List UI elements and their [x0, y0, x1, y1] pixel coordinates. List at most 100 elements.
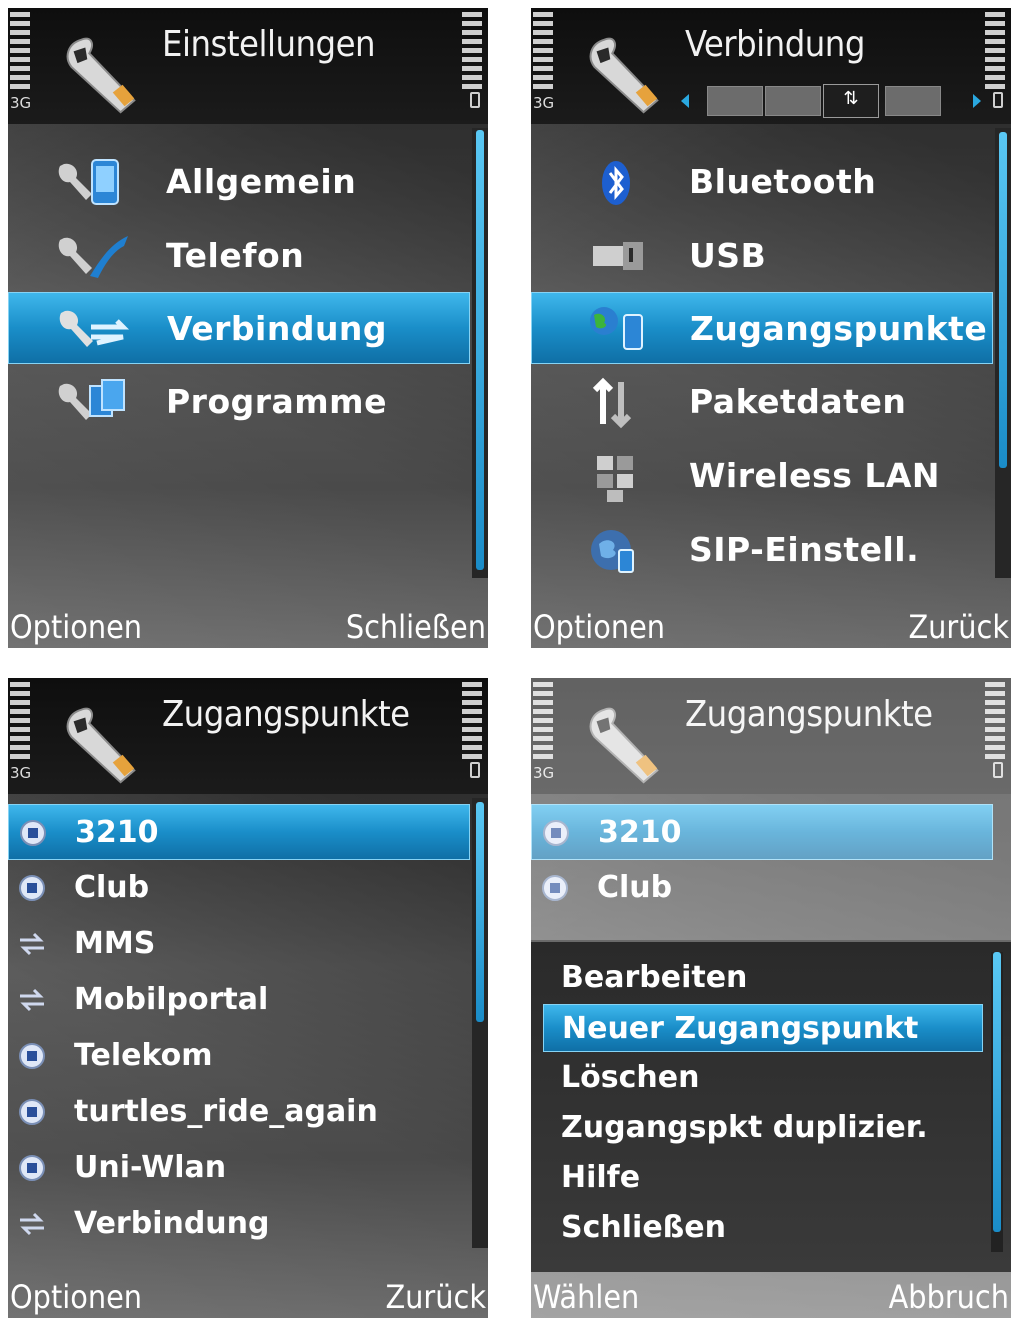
list-item-label: MMS: [74, 926, 156, 961]
arrows-icon: [20, 932, 44, 956]
packet-data-icon: [592, 377, 632, 429]
access-point-icon: [590, 307, 643, 350]
list-item-wireless-lan[interactable]: Wireless LAN: [531, 440, 993, 512]
status-bar: 3G Verbindung ⇅: [531, 8, 1011, 124]
softkey-right[interactable]: Zurück: [385, 1278, 486, 1316]
battery-level-icon: [462, 12, 482, 90]
list-item-3210[interactable]: 3210: [8, 804, 470, 860]
arrows-icon: [20, 988, 44, 1012]
page-title: Verbindung: [685, 24, 865, 65]
battery-level-icon: [985, 12, 1005, 90]
list-item-label: Wireless LAN: [689, 456, 941, 495]
list-item-label: Telekom: [74, 1038, 213, 1073]
list-item-label: turtles_ride_again: [74, 1094, 378, 1129]
list-item-label: SIP-Einstell.: [689, 530, 920, 569]
softkey-right[interactable]: Abbruch: [889, 1278, 1009, 1316]
list-item-label: USB: [689, 236, 767, 275]
tab-prev-arrow-icon[interactable]: [681, 94, 689, 108]
softkey-left[interactable]: Optionen: [10, 1278, 142, 1316]
scrollbar[interactable]: [472, 798, 488, 1248]
battery-level-icon: [462, 682, 482, 760]
scrollbar-thumb[interactable]: [476, 802, 484, 1022]
scrollbar[interactable]: [472, 128, 488, 578]
list-item-usb[interactable]: USB: [531, 220, 993, 292]
tab-strip: ⇅: [681, 84, 981, 118]
list-item-uni-wlan[interactable]: Uni-Wlan: [8, 1140, 470, 1196]
battery-icon: [470, 762, 480, 778]
scrollbar-thumb[interactable]: [476, 130, 484, 570]
menu-item-delete[interactable]: Löschen: [543, 1054, 983, 1102]
softkey-right[interactable]: Zurück: [908, 608, 1009, 646]
scrollbar-thumb[interactable]: [999, 132, 1007, 468]
list-item-mms[interactable]: MMS: [8, 916, 470, 972]
list-item-paketdaten[interactable]: Paketdaten: [531, 366, 993, 438]
menu-item-duplicate[interactable]: Zugangspkt duplizier.: [543, 1104, 983, 1152]
softkey-bar: Wählen Abbruch: [531, 1270, 1011, 1318]
battery-icon: [993, 92, 1003, 108]
globe-icon: [19, 875, 45, 901]
menu-item-help[interactable]: Hilfe: [543, 1154, 983, 1202]
menu-item-new-access-point[interactable]: Neuer Zugangspunkt: [543, 1004, 983, 1052]
list-item-bluetooth[interactable]: Bluetooth: [531, 146, 993, 218]
wrench-icon: [589, 37, 659, 114]
tab-next-arrow-icon[interactable]: [973, 94, 981, 108]
list-item-label: Club: [74, 870, 150, 905]
menu-scrollbar-thumb[interactable]: [993, 952, 1001, 1232]
list-item-label: Zugangspunkte: [690, 309, 988, 348]
bluetooth-icon: [602, 161, 630, 205]
connection-settings-icon: [59, 310, 130, 347]
softkey-left[interactable]: Wählen: [533, 1278, 639, 1316]
softkey-bar: Optionen Zurück: [8, 1270, 488, 1318]
list-item-label: Paketdaten: [689, 382, 907, 421]
globe-icon: [19, 1043, 45, 1069]
list-item-club[interactable]: Club: [8, 860, 470, 916]
applications-settings-icon: [58, 379, 125, 420]
globe-icon: [20, 820, 46, 846]
globe-icon: [19, 1099, 45, 1125]
list-item-sip-settings[interactable]: SIP-Einstell.: [531, 514, 993, 586]
wrench-icon: [66, 37, 136, 114]
softkey-left[interactable]: Optionen: [10, 608, 142, 646]
list-item-telekom[interactable]: Telekom: [8, 1028, 470, 1084]
list-item-programme[interactable]: Programme: [8, 366, 470, 438]
list-item-label: Allgemein: [166, 162, 357, 201]
tab-calls[interactable]: [765, 86, 821, 116]
list-item-verbindung[interactable]: Verbindung: [8, 1196, 470, 1252]
list-item-label: Verbindung: [74, 1206, 270, 1241]
status-bar: 3G Zugangspunkte: [8, 678, 488, 794]
softkey-bar: Optionen Schließen: [8, 600, 488, 648]
wlan-icon: [597, 456, 633, 502]
list-item-label: Mobilportal: [74, 982, 269, 1017]
arrows-icon: [20, 1212, 44, 1236]
list-item-mobilportal[interactable]: Mobilportal: [8, 972, 470, 1028]
access-points-menu-screen: 3G Zugangspunkte 3210 Club Bearbeiten Ne…: [531, 678, 1011, 1318]
menu-item-edit[interactable]: Bearbeiten: [543, 954, 983, 1002]
battery-icon: [470, 92, 480, 108]
menu-scrollbar[interactable]: [991, 952, 1003, 1252]
globe-icon: [19, 1155, 45, 1181]
wrench-icon: [66, 707, 136, 784]
general-settings-icon: [58, 159, 119, 205]
softkey-left[interactable]: Optionen: [533, 608, 665, 646]
tab-phone[interactable]: [707, 86, 763, 116]
signal-strength-icon: [533, 12, 553, 90]
options-menu: Bearbeiten Neuer Zugangspunkt Löschen Zu…: [531, 940, 1011, 1272]
signal-strength-icon: [10, 12, 30, 90]
access-points-screen: 3G Zugangspunkte 3210 Club MMS Mobilport…: [8, 678, 488, 1318]
usb-icon: [593, 242, 643, 270]
list-item-telefon[interactable]: Telefon: [8, 220, 470, 292]
phone-settings-icon: [58, 236, 128, 278]
network-type: 3G: [533, 94, 555, 112]
tab-applications[interactable]: [885, 86, 941, 116]
status-bar: 3G Einstellungen: [8, 8, 488, 124]
list-item-label: 3210: [75, 815, 159, 850]
list-item-verbindung[interactable]: Verbindung: [8, 292, 470, 364]
scrollbar[interactable]: [995, 128, 1011, 578]
list-item-zugangspunkte[interactable]: Zugangspunkte: [531, 292, 993, 364]
tab-connection[interactable]: ⇅: [823, 84, 879, 118]
list-item-label: Bluetooth: [689, 162, 877, 201]
softkey-right[interactable]: Schließen: [346, 608, 486, 646]
list-item-allgemein[interactable]: Allgemein: [8, 146, 470, 218]
menu-item-close[interactable]: Schließen: [543, 1204, 983, 1252]
list-item-turtles-ride-again[interactable]: turtles_ride_again: [8, 1084, 470, 1140]
